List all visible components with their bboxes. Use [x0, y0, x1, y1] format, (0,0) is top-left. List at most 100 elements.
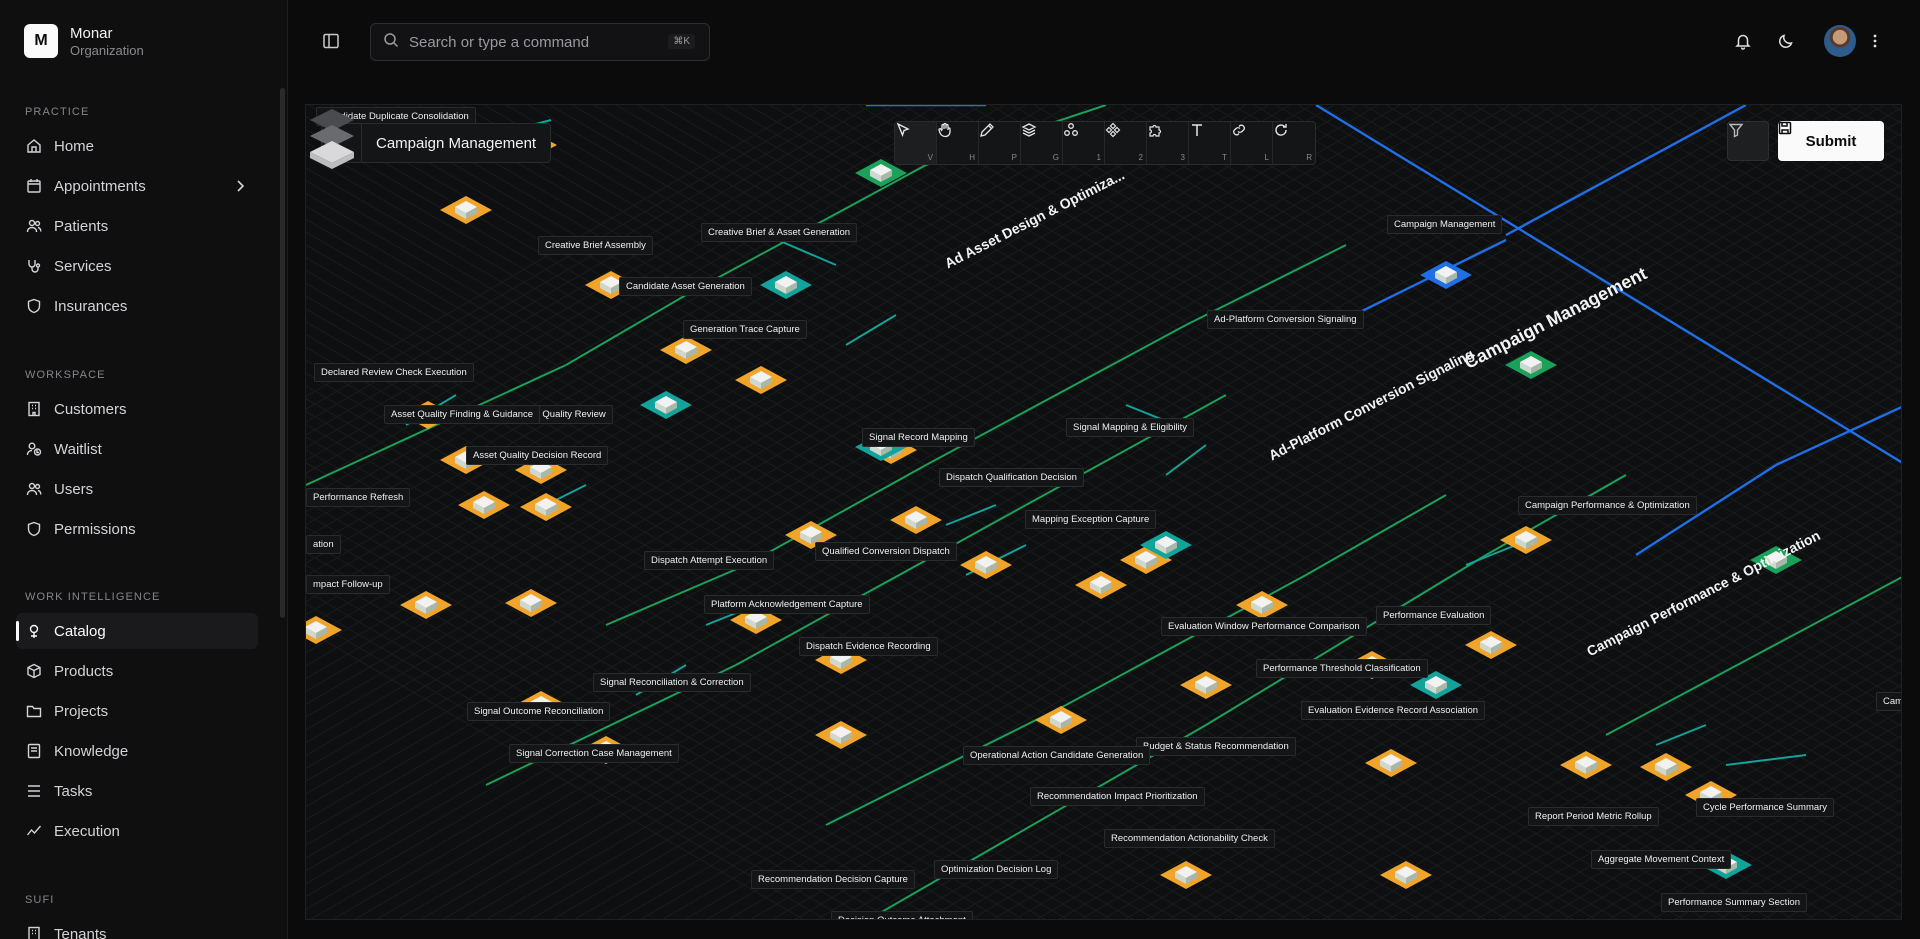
tool-shortcut: 1 — [1096, 153, 1101, 162]
node-label[interactable]: Decision Outcome Attachment — [831, 911, 973, 919]
node-label[interactable]: Creative Brief & Asset Generation — [701, 223, 858, 242]
avatar[interactable] — [1824, 25, 1856, 57]
node-label-text: Recommendation Actionability Check — [1111, 833, 1268, 844]
sidebar-item-permissions[interactable]: Permissions — [16, 511, 258, 547]
moon-icon[interactable] — [1777, 32, 1795, 50]
select-tool[interactable]: V — [895, 122, 937, 164]
node-label[interactable]: Dispatch Attempt Execution — [644, 551, 775, 570]
node-label[interactable]: Camp — [1876, 692, 1901, 711]
box-icon — [26, 663, 42, 679]
node-label-text: Declared Review Check Execution — [321, 367, 467, 378]
cluster1-tool[interactable]: 1 — [1063, 122, 1105, 164]
node-label-text: Generation Trace Capture — [690, 324, 800, 335]
user-clock-icon — [26, 441, 42, 457]
node-label[interactable]: Report Period Metric Rollup — [1528, 807, 1659, 826]
node-label-text: Dispatch Attempt Execution — [651, 555, 768, 566]
node-label[interactable]: Dispatch Qualification Decision — [939, 468, 1084, 487]
sidebar-item-services[interactable]: Services — [16, 248, 258, 284]
node-label[interactable]: Performance Threshold Classification — [1256, 659, 1428, 678]
node-label[interactable]: Asset Quality Decision Record — [466, 446, 609, 465]
node-label[interactable]: Creative Brief Assembly — [538, 236, 653, 255]
more-vertical-icon[interactable] — [1866, 32, 1884, 50]
node-label[interactable]: Candidate Asset Generation — [619, 277, 752, 296]
node-label[interactable]: Ad-Platform Conversion Signaling — [1207, 310, 1364, 329]
topbar: ⌘K — [288, 0, 1920, 84]
org-switcher[interactable]: M Monar Organization — [24, 24, 144, 58]
sidebar-item-label: Tenants — [54, 925, 107, 939]
node-label-text: Ad-Platform Conversion Signaling — [1214, 314, 1357, 325]
sidebar-item-projects[interactable]: Projects — [16, 693, 258, 729]
node-label[interactable]: Signal Record Mapping — [862, 428, 975, 447]
node-label[interactable]: Mapping Exception Capture — [1025, 510, 1157, 529]
command-search[interactable]: ⌘K — [370, 23, 710, 61]
text-tool[interactable]: T — [1189, 122, 1231, 164]
sidebar-item-tasks[interactable]: Tasks — [16, 773, 258, 809]
filter-button[interactable] — [1727, 121, 1769, 161]
sidebar-item-insurances[interactable]: Insurances — [16, 288, 258, 324]
node-label[interactable]: Performance Refresh — [306, 488, 411, 507]
hand-icon — [938, 122, 951, 138]
sidebar-item-users[interactable]: Users — [16, 471, 258, 507]
pen-tool[interactable]: P — [979, 122, 1021, 164]
cursor-icon — [896, 122, 910, 138]
sidebar-item-home[interactable]: Home — [16, 128, 258, 164]
node-label-text: Signal Record Mapping — [869, 432, 968, 443]
pan-tool[interactable]: H — [937, 122, 979, 164]
section-label-sufi: SUFI — [25, 894, 55, 906]
sidebar-item-appointments[interactable]: Appointments — [16, 168, 258, 204]
node-label[interactable]: Recommendation Impact Prioritization — [1030, 787, 1205, 806]
node-label[interactable]: Operational Action Candidate Generation — [963, 746, 1151, 765]
sidebar-item-execution[interactable]: Execution — [16, 813, 258, 849]
users-icon — [26, 481, 42, 497]
sidebar-item-label: Tasks — [54, 782, 93, 800]
sidebar-item-waitlist[interactable]: Waitlist — [16, 431, 258, 467]
node-label[interactable]: Budget & Status Recommendation — [1136, 737, 1296, 756]
sidebar-item-label: Customers — [54, 400, 127, 418]
node-label[interactable]: Performance Summary Section — [1661, 893, 1807, 912]
node-label[interactable]: Optimization Decision Log — [934, 860, 1059, 879]
node-label[interactable]: Performance Evaluation — [1376, 606, 1492, 625]
node-label-text: Decision Outcome Attachment — [838, 915, 966, 919]
sidebar-item-label: Home — [54, 137, 95, 155]
sidebar-item-patients[interactable]: Patients — [16, 208, 258, 244]
sidebar-scrollbar[interactable] — [280, 88, 285, 618]
node-label[interactable]: Declared Review Check Execution — [314, 363, 474, 382]
node-label[interactable]: Recommendation Decision Capture — [751, 870, 915, 889]
node-label[interactable]: Signal Outcome Reconciliation — [467, 702, 611, 721]
node-label[interactable]: Cycle Performance Summary — [1696, 798, 1835, 817]
node-label[interactable]: Qualified Conversion Dispatch — [815, 542, 957, 561]
node-label[interactable]: Platform Acknowledgement Capture — [704, 595, 870, 614]
node-label[interactable]: Campaign Performance & Optimization — [1518, 496, 1697, 515]
sidebar-item-products[interactable]: Products — [16, 653, 258, 689]
node-label[interactable]: ation — [306, 535, 341, 554]
sidebar-item-knowledge[interactable]: Knowledge — [16, 733, 258, 769]
node-label[interactable]: Evaluation Window Performance Comparison — [1161, 617, 1367, 636]
tool-shortcut: V — [927, 153, 933, 162]
submit-button[interactable]: Submit — [1778, 121, 1884, 161]
node-label[interactable]: Generation Trace Capture — [683, 320, 807, 339]
node-label[interactable]: Signal Reconciliation & Correction — [593, 673, 751, 692]
sidebar-item-tenants[interactable]: Tenants — [16, 916, 258, 939]
node-label[interactable]: Campaign Management — [1387, 215, 1503, 234]
layers-tool[interactable]: G — [1021, 122, 1063, 164]
graph-canvas[interactable]: Candidate Duplicate Consolidation Creativ… — [305, 104, 1902, 920]
link-tool[interactable]: L — [1231, 122, 1273, 164]
node-label[interactable]: Signal Mapping & Eligibility — [1066, 418, 1195, 437]
reset-tool[interactable]: R — [1273, 122, 1315, 164]
sidebar: M Monar Organization PRACTICE Home Appoi… — [0, 0, 288, 939]
node-label[interactable]: Signal Correction Case Management — [509, 744, 679, 763]
node-label[interactable]: Evaluation Evidence Record Association — [1301, 701, 1486, 720]
plugin-tool[interactable]: 3 — [1147, 122, 1189, 164]
search-input[interactable] — [409, 33, 659, 51]
node-label[interactable]: Aggregate Movement Context — [1591, 850, 1732, 869]
cluster2-tool[interactable]: 2 — [1105, 122, 1147, 164]
sidebar-item-catalog[interactable]: Catalog — [16, 613, 258, 649]
sidebar-item-customers[interactable]: Customers — [16, 391, 258, 427]
sidebar-toggle-icon[interactable] — [322, 32, 340, 50]
node-label[interactable]: Recommendation Actionability Check — [1104, 829, 1275, 848]
bell-icon[interactable] — [1734, 32, 1752, 50]
node-label[interactable]: Dispatch Evidence Recording — [799, 637, 938, 656]
node-label[interactable]: Asset Quality Finding & Guidance — [384, 405, 541, 424]
node-label[interactable]: mpact Follow-up — [306, 575, 390, 594]
layers-stack-icon[interactable] — [306, 105, 358, 185]
